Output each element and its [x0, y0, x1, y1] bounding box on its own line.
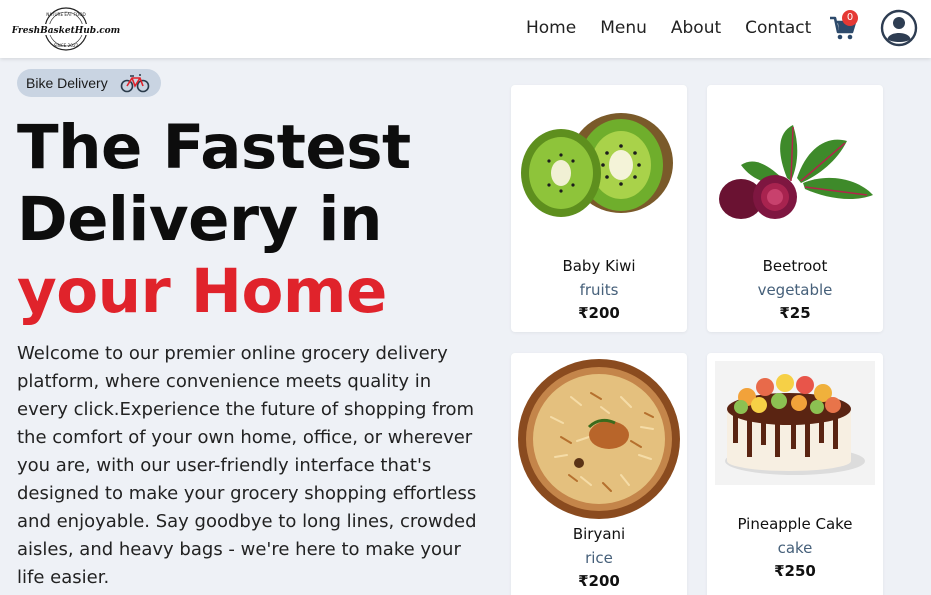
top-navbar: NATURE EAT FOOD SINCE 2022 FreshBasketHu… — [0, 0, 931, 58]
logo-top-text: NATURE EAT FOOD — [46, 12, 85, 17]
product-card-beetroot[interactable]: Beetroot vegetable ₹25 — [707, 85, 883, 332]
user-avatar-icon[interactable] — [880, 9, 918, 47]
product-card-baby-kiwi[interactable]: Baby Kiwi fruits ₹200 — [511, 85, 687, 332]
logo-text: FreshBasketHub.com — [12, 26, 120, 36]
kiwi-image — [521, 113, 673, 217]
nav-home-link[interactable]: Home — [526, 16, 576, 40]
product-card-biryani[interactable]: Biryani rice ₹200 — [511, 353, 687, 595]
bicycle-icon — [120, 74, 150, 93]
hero-headline: The Fastest Delivery in your Home — [17, 112, 497, 328]
product-price: ₹250 — [774, 562, 816, 580]
nav-contact-link[interactable]: Contact — [745, 16, 811, 40]
beetroot-image — [719, 125, 873, 219]
product-price: ₹25 — [779, 304, 811, 322]
logo-bottom-text: SINCE 2022 — [54, 43, 79, 48]
headline-line-1: The Fastest — [17, 112, 411, 183]
headline-line-3: your Home — [17, 256, 387, 327]
product-name: Baby Kiwi — [562, 257, 636, 275]
cake-image — [715, 361, 875, 485]
cart-count-badge: 0 — [842, 10, 858, 26]
nav-about-link[interactable]: About — [671, 16, 721, 40]
product-category: rice — [585, 549, 613, 567]
freshbaskethub-logo[interactable]: NATURE EAT FOOD SINCE 2022 FreshBasketHu… — [12, 5, 120, 53]
headline-line-2: Delivery in — [17, 184, 382, 255]
product-price: ₹200 — [578, 304, 620, 322]
hero-intro-text: Welcome to our premier online grocery de… — [17, 343, 477, 588]
main-nav: Home Menu About Contact — [526, 16, 835, 40]
biryani-image — [518, 359, 680, 519]
product-name: Biryani — [572, 525, 626, 543]
product-category: cake — [777, 539, 813, 557]
product-card-pineapple-cake[interactable]: Pineapple Cake cake ₹250 — [707, 353, 883, 595]
product-price: ₹200 — [578, 572, 620, 590]
bike-delivery-pill: Bike Delivery — [17, 69, 161, 97]
product-name: Pineapple Cake — [737, 515, 853, 533]
pill-label: Bike Delivery — [26, 75, 108, 91]
product-category: vegetable — [757, 281, 833, 299]
nav-menu-link[interactable]: Menu — [600, 16, 647, 40]
product-category: fruits — [579, 281, 619, 299]
product-name: Beetroot — [762, 257, 828, 275]
